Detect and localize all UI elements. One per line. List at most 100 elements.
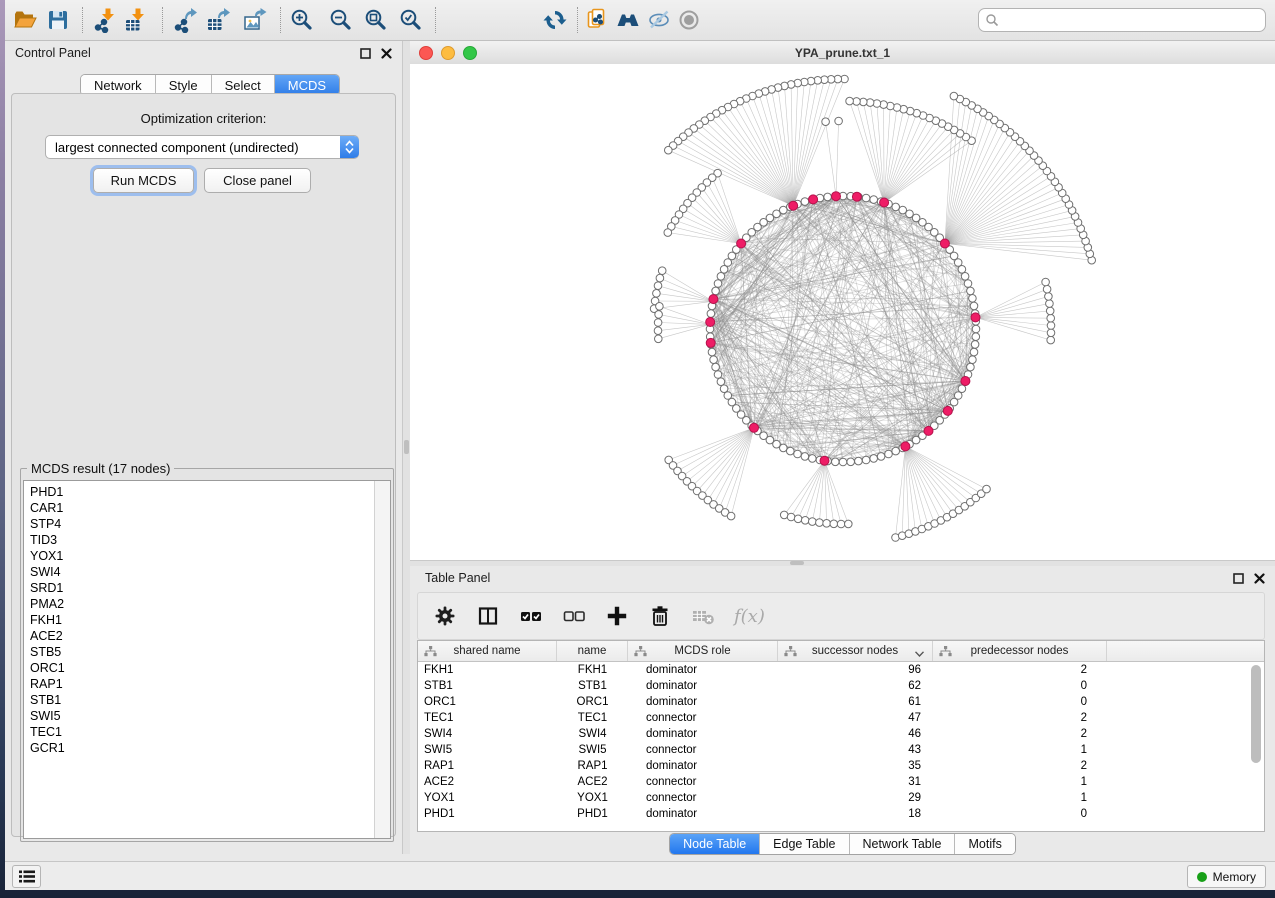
- save-session-icon[interactable]: [45, 7, 71, 33]
- tab-motifs[interactable]: Motifs: [955, 834, 1014, 854]
- zoom-out-icon[interactable]: [328, 7, 354, 33]
- table-row[interactable]: TEC1TEC1connector472: [418, 710, 1264, 726]
- zoom-fit-icon[interactable]: [363, 7, 389, 33]
- mcds-result-item[interactable]: GCR1: [30, 740, 390, 756]
- deselect-all-icon[interactable]: [562, 604, 586, 628]
- node-table: shared namenameMCDS rolesuccessor nodesp…: [417, 640, 1265, 832]
- mcds-result-item[interactable]: SWI5: [30, 708, 390, 724]
- delete-column-icon[interactable]: [648, 604, 672, 628]
- first-neighbors-icon[interactable]: [615, 7, 641, 33]
- column-browser-icon[interactable]: [476, 604, 500, 628]
- float-panel-icon[interactable]: [1233, 573, 1244, 584]
- close-window-icon[interactable]: [419, 46, 433, 60]
- search-input[interactable]: [999, 11, 1265, 29]
- select-all-icon[interactable]: [519, 604, 543, 628]
- mcds-result-list[interactable]: PHD1CAR1STP4TID3YOX1SWI4SRD1PMA2FKH1ACE2…: [23, 480, 391, 839]
- memory-label: Memory: [1213, 870, 1256, 884]
- tab-node-table[interactable]: Node Table: [670, 834, 760, 854]
- apply-layout-icon[interactable]: [542, 7, 568, 33]
- table-cell: 43: [778, 744, 933, 756]
- table-cell: dominator: [628, 680, 778, 692]
- criterion-dropdown[interactable]: largest connected component (undirected): [45, 135, 359, 159]
- mcds-result-item[interactable]: ACE2: [30, 628, 390, 644]
- mcds-result-item[interactable]: TEC1: [30, 724, 390, 740]
- mcds-result-item[interactable]: TID3: [30, 532, 390, 548]
- mcds-result-item[interactable]: PHD1: [30, 484, 390, 500]
- table-scrollbar[interactable]: [1251, 665, 1261, 763]
- table-row[interactable]: PHD1PHD1dominator180: [418, 806, 1264, 822]
- mcds-result-item[interactable]: STB1: [30, 692, 390, 708]
- tab-style[interactable]: Style: [156, 75, 212, 95]
- tab-select[interactable]: Select: [212, 75, 275, 95]
- column-type-icon: [634, 646, 647, 660]
- table-cell: connector: [628, 792, 778, 804]
- open-session-icon[interactable]: [12, 7, 38, 33]
- network-canvas[interactable]: [410, 64, 1275, 560]
- table-row[interactable]: ACE2ACE2connector311: [418, 774, 1264, 790]
- column-header-filler: [1107, 641, 1264, 661]
- tab-mcds[interactable]: MCDS: [275, 75, 339, 95]
- mcds-result-item[interactable]: SRD1: [30, 580, 390, 596]
- new-network-from-selection-icon[interactable]: [585, 7, 611, 33]
- mcds-result-item[interactable]: ORC1: [30, 660, 390, 676]
- close-panel-icon[interactable]: [381, 48, 392, 59]
- close-panel-button[interactable]: Close panel: [204, 168, 311, 193]
- float-panel-icon[interactable]: [360, 48, 371, 59]
- minimize-window-icon[interactable]: [441, 46, 455, 60]
- table-settings-icon[interactable]: [433, 604, 457, 628]
- column-header-shared-name[interactable]: shared name: [418, 641, 557, 661]
- table-row[interactable]: SWI5SWI5connector431: [418, 742, 1264, 758]
- table-row[interactable]: STB1STB1dominator620: [418, 678, 1264, 694]
- delete-table-icon[interactable]: [691, 604, 715, 628]
- table-cell: 0: [933, 696, 1107, 708]
- mcds-result-item[interactable]: CAR1: [30, 500, 390, 516]
- mcds-result-item[interactable]: SWI4: [30, 564, 390, 580]
- zoom-in-icon[interactable]: [289, 7, 315, 33]
- import-network-icon[interactable]: [92, 7, 118, 33]
- mcds-result-item[interactable]: RAP1: [30, 676, 390, 692]
- table-row[interactable]: YOX1YOX1connector291: [418, 790, 1264, 806]
- mcds-result-item[interactable]: STB5: [30, 644, 390, 660]
- table-row[interactable]: SWI4SWI4dominator462: [418, 726, 1264, 742]
- hide-selected-icon[interactable]: [646, 7, 672, 33]
- mcds-result-item[interactable]: FKH1: [30, 612, 390, 628]
- mcds-result-item[interactable]: PMA2: [30, 596, 390, 612]
- function-builder-icon[interactable]: f(x): [734, 606, 765, 627]
- show-panels-button[interactable]: [12, 865, 41, 888]
- export-table-icon[interactable]: [205, 7, 231, 33]
- import-table-icon[interactable]: [122, 7, 148, 33]
- mcds-result-item[interactable]: YOX1: [30, 548, 390, 564]
- export-image-icon[interactable]: [242, 7, 268, 33]
- network-window-titlebar[interactable]: YPA_prune.txt_1: [410, 41, 1275, 65]
- show-all-icon[interactable]: [676, 7, 702, 33]
- column-header-successor-nodes[interactable]: successor nodes: [778, 641, 933, 661]
- column-header-MCDS-role[interactable]: MCDS role: [628, 641, 778, 661]
- zoom-selected-icon[interactable]: [398, 7, 424, 33]
- table-cell: dominator: [628, 808, 778, 820]
- table-cell: 1: [933, 744, 1107, 756]
- table-row[interactable]: RAP1RAP1dominator352: [418, 758, 1264, 774]
- close-panel-icon[interactable]: [1254, 573, 1265, 584]
- run-mcds-button[interactable]: Run MCDS: [93, 168, 194, 193]
- search-field[interactable]: [978, 8, 1266, 32]
- table-cell: ACE2: [418, 776, 557, 788]
- splitter-handle[interactable]: [790, 561, 804, 565]
- column-header-name[interactable]: name: [557, 641, 628, 661]
- memory-button[interactable]: Memory: [1187, 865, 1266, 888]
- maximize-window-icon[interactable]: [463, 46, 477, 60]
- mcds-result-item[interactable]: STP4: [30, 516, 390, 532]
- table-row[interactable]: FKH1FKH1dominator962: [418, 662, 1264, 678]
- table-body: FKH1FKH1dominator962STB1STB1dominator620…: [418, 662, 1264, 822]
- tab-network-table[interactable]: Network Table: [850, 834, 956, 854]
- splitter-handle[interactable]: [404, 440, 409, 454]
- network-graph[interactable]: [410, 64, 1275, 560]
- tab-network[interactable]: Network: [81, 75, 156, 95]
- column-header-predecessor-nodes[interactable]: predecessor nodes: [933, 641, 1107, 661]
- export-network-icon[interactable]: [172, 7, 198, 33]
- table-row[interactable]: ORC1ORC1dominator610: [418, 694, 1264, 710]
- table-cell: STB1: [557, 680, 628, 692]
- table-cell: SWI4: [557, 728, 628, 740]
- tab-edge-table[interactable]: Edge Table: [760, 834, 849, 854]
- mcds-list-scrollbar[interactable]: [374, 481, 390, 838]
- add-column-icon[interactable]: [605, 604, 629, 628]
